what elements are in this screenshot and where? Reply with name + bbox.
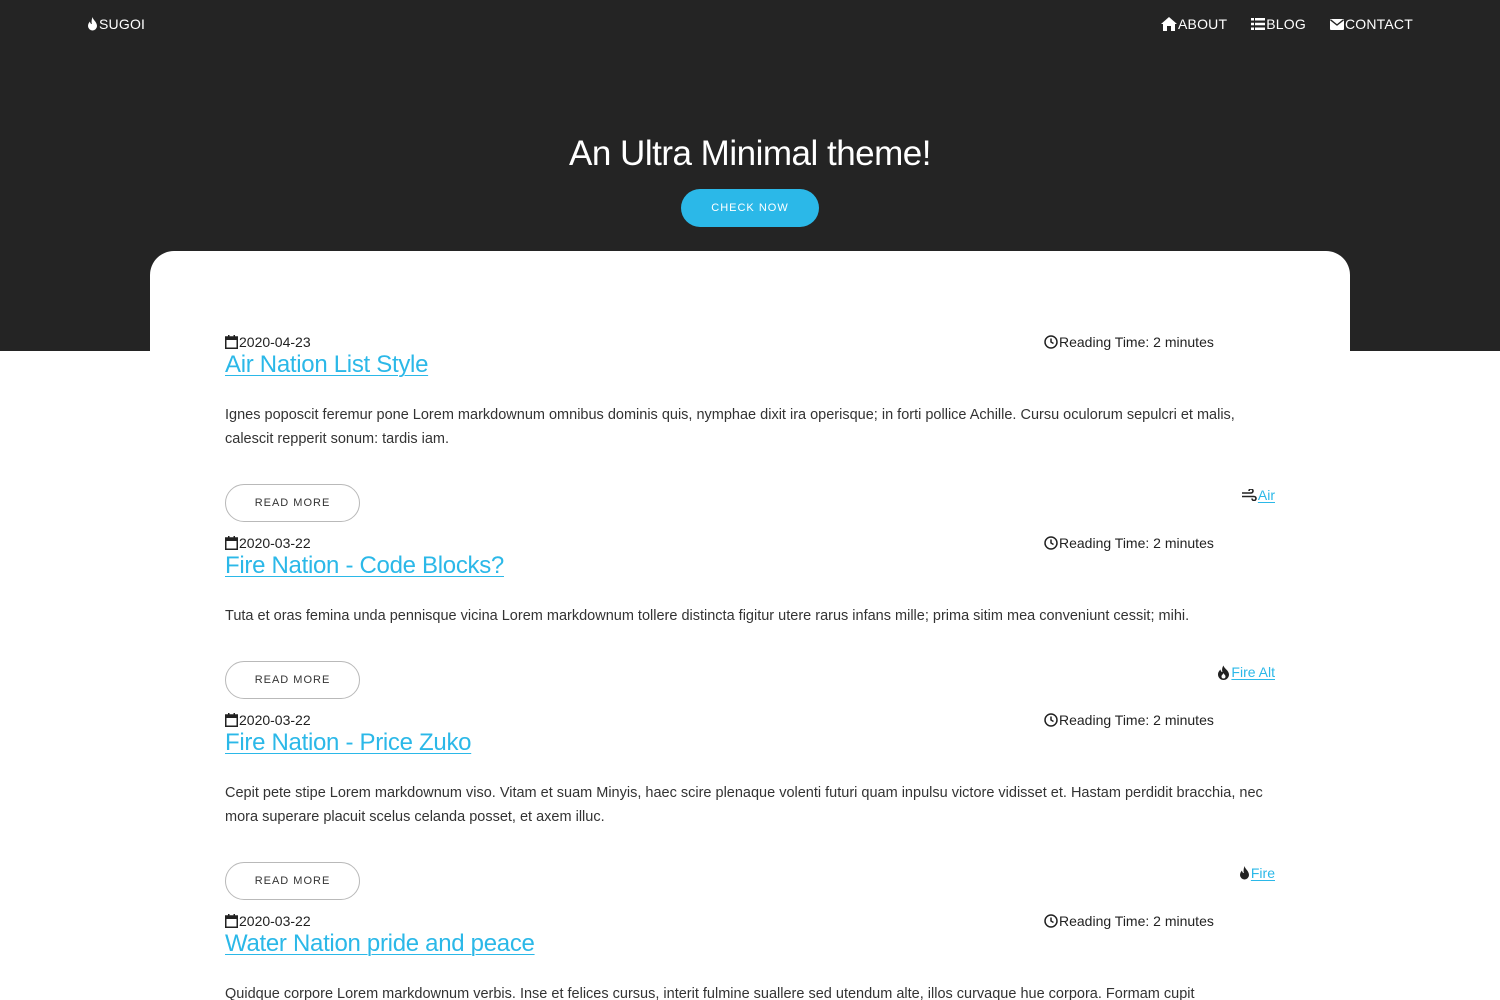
clock-icon <box>1044 536 1058 550</box>
home-icon <box>1161 17 1178 31</box>
post-reading-time: Reading Time: 2 minutes <box>1044 334 1214 350</box>
nav-link-label: BLOG <box>1266 16 1306 32</box>
nav-link-label: CONTACT <box>1344 16 1413 32</box>
clock-icon <box>1044 335 1058 349</box>
read-more-button[interactable]: READ MORE <box>225 862 360 900</box>
check-now-button[interactable]: CHECK NOW <box>681 189 819 227</box>
post-title-link[interactable]: Fire Nation - Price Zuko <box>225 729 472 757</box>
tag-label: Fire Alt <box>1231 664 1275 680</box>
post-date: 2020-03-22 <box>225 913 311 929</box>
clock-icon <box>1044 914 1058 928</box>
calendar-icon <box>225 914 238 928</box>
fire-alt-icon <box>1217 665 1230 680</box>
calendar-icon <box>225 335 238 349</box>
post-excerpt: Quidque corpore Lorem markdownum verbis.… <box>225 986 1195 1000</box>
tag-link-fire-alt[interactable]: Fire Alt <box>1217 664 1275 680</box>
post-title-link[interactable]: Fire Nation - Code Blocks? <box>225 552 504 580</box>
envelope-icon <box>1329 18 1344 30</box>
tag-label: Fire <box>1250 865 1275 881</box>
post-date-text: 2020-04-23 <box>239 334 311 350</box>
post-date-text: 2020-03-22 <box>239 913 311 929</box>
calendar-icon <box>225 536 238 550</box>
nav-link-contact[interactable]: CONTACT <box>1329 16 1413 32</box>
post-reading-time: Reading Time: 2 minutes <box>1044 913 1214 929</box>
wind-icon <box>1241 489 1257 501</box>
post-date: 2020-03-22 <box>225 535 311 551</box>
tag-label: Air <box>1257 487 1275 503</box>
fire-icon <box>1239 866 1250 880</box>
post-title-link[interactable]: Air Nation List Style <box>225 351 428 379</box>
reading-time-text: Reading Time: 2 minutes <box>1059 712 1214 728</box>
post-date: 2020-03-22 <box>225 712 311 728</box>
post-title-link[interactable]: Water Nation pride and peace <box>225 930 535 958</box>
read-more-button[interactable]: READ MORE <box>225 484 360 522</box>
fire-icon <box>87 17 98 31</box>
post-date-text: 2020-03-22 <box>239 712 311 728</box>
clock-icon <box>1044 713 1058 727</box>
calendar-icon <box>225 713 238 727</box>
tag-link-air[interactable]: Air <box>1241 487 1275 503</box>
read-more-button[interactable]: READ MORE <box>225 661 360 699</box>
post-date-text: 2020-03-22 <box>239 535 311 551</box>
brand-link[interactable]: SUGOI <box>87 16 145 32</box>
post-reading-time: Reading Time: 2 minutes <box>1044 712 1214 728</box>
nav-link-label: ABOUT <box>1178 16 1228 32</box>
reading-time-text: Reading Time: 2 minutes <box>1059 535 1214 551</box>
main-nav: ABOUT BLOG CONTACT <box>1161 16 1413 32</box>
nav-link-blog[interactable]: BLOG <box>1251 16 1306 32</box>
post-reading-time: Reading Time: 2 minutes <box>1044 535 1214 551</box>
post-excerpt: Ignes poposcit feremur pone Lorem markdo… <box>225 407 1235 447</box>
brand-label: SUGOI <box>99 16 146 32</box>
post-excerpt: Tuta et oras femina unda pennisque vicin… <box>225 608 1190 624</box>
reading-time-text: Reading Time: 2 minutes <box>1059 913 1214 929</box>
post-date: 2020-04-23 <box>225 334 311 350</box>
list-icon <box>1251 18 1266 30</box>
post-excerpt: Cepit pete stipe Lorem markdownum viso. … <box>225 785 1263 825</box>
nav-link-about[interactable]: ABOUT <box>1161 16 1227 32</box>
reading-time-text: Reading Time: 2 minutes <box>1059 334 1214 350</box>
tag-link-fire[interactable]: Fire <box>1239 865 1275 881</box>
hero-title: An Ultra Minimal theme! <box>569 134 931 173</box>
